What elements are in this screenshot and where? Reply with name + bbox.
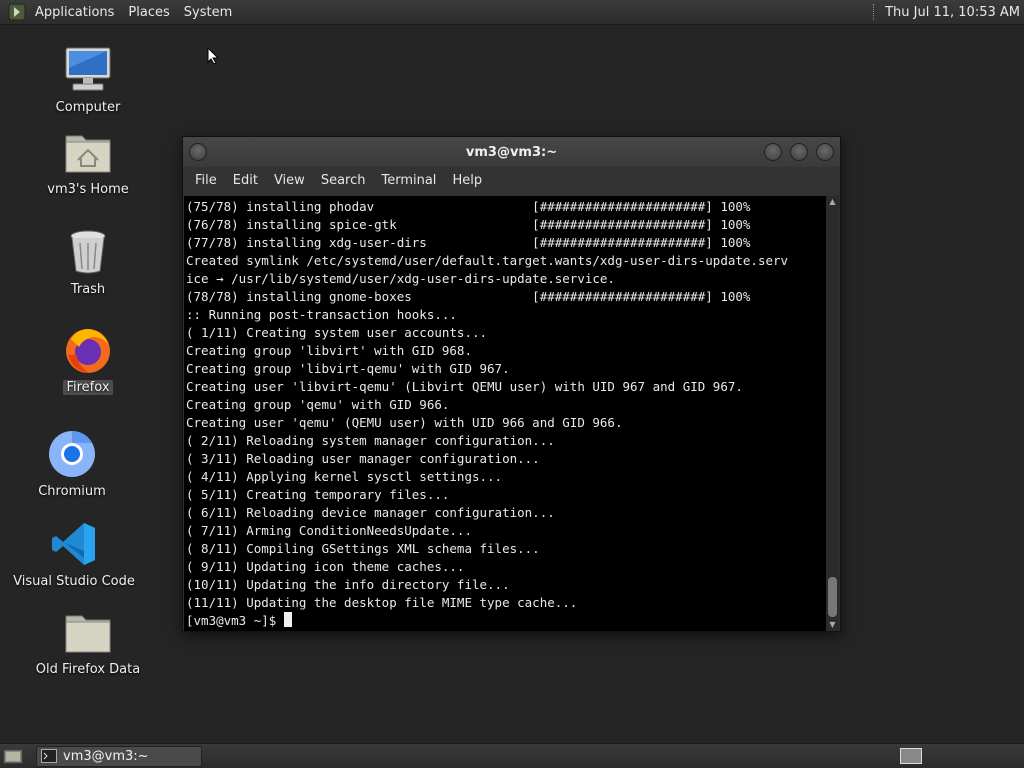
desktop-icon-computer[interactable]: Computer [28, 44, 148, 115]
terminal-line: ( 7/11) Arming ConditionNeedsUpdate... [186, 523, 472, 538]
terminal-prompt: [vm3@vm3 ~]$ [186, 613, 284, 628]
desktop-icon-label: Visual Studio Code [13, 574, 135, 589]
terminal-line: Creating group 'qemu' with GID 966. [186, 397, 450, 412]
applications-menu[interactable]: Applications [28, 0, 121, 25]
desktop-icon-old-firefox-data[interactable]: Old Firefox Data [28, 606, 148, 677]
terminal-menubar: File Edit View Search Terminal Help [183, 167, 840, 195]
scroll-down-arrow-icon[interactable]: ▼ [826, 619, 839, 631]
desktop-icon-label: vm3's Home [47, 182, 129, 197]
workspace-switcher[interactable] [900, 748, 922, 764]
terminal-line: (10/11) Updating the info directory file… [186, 577, 510, 592]
app-menu-logo-icon[interactable] [6, 1, 28, 23]
window-menu-button[interactable] [189, 143, 207, 161]
window-titlebar[interactable]: vm3@vm3:~ [183, 137, 840, 167]
firefox-icon [62, 324, 114, 376]
scrollbar-thumb[interactable] [828, 577, 837, 617]
menu-view[interactable]: View [266, 167, 313, 195]
terminal-line: (75/78) installing phodav [#############… [186, 199, 751, 214]
desktop-icon-home[interactable]: vm3's Home [28, 126, 148, 197]
mouse-pointer-icon [207, 46, 220, 69]
desktop-icon-chromium[interactable]: Chromium [12, 428, 132, 499]
home-folder-icon [62, 126, 114, 178]
text-cursor [283, 612, 292, 627]
terminal-line: Creating group 'libvirt' with GID 968. [186, 343, 472, 358]
taskbar-item-terminal[interactable]: vm3@vm3:~ [36, 745, 202, 767]
menu-help[interactable]: Help [444, 167, 490, 195]
terminal-line: (76/78) installing spice-gtk [##########… [186, 217, 751, 232]
top-panel: Applications Places System Thu Jul 11, 1… [0, 0, 1024, 25]
terminal-line: ( 8/11) Compiling GSettings XML schema f… [186, 541, 540, 556]
terminal-line: ice → /usr/lib/systemd/user/xdg-user-dir… [186, 271, 615, 286]
window-title: vm3@vm3:~ [465, 144, 558, 160]
close-button[interactable] [816, 143, 834, 161]
terminal-line: ( 5/11) Creating temporary files... [186, 487, 450, 502]
terminal-line: ( 6/11) Reloading device manager configu… [186, 505, 555, 520]
panel-separator [873, 4, 877, 20]
menu-search[interactable]: Search [313, 167, 374, 195]
desktop-icon-trash[interactable]: Trash [28, 226, 148, 297]
places-menu[interactable]: Places [121, 0, 176, 25]
minimize-button[interactable] [764, 143, 782, 161]
terminal-window[interactable]: vm3@vm3:~ File Edit View Search Terminal… [182, 136, 841, 632]
terminal-line: Creating group 'libvirt-qemu' with GID 9… [186, 361, 510, 376]
vscode-icon [48, 518, 100, 570]
desktop-icon-firefox[interactable]: Firefox [28, 324, 148, 395]
terminal-line: ( 4/11) Applying kernel sysctl settings.… [186, 469, 503, 484]
terminal-line: (77/78) installing xdg-user-dirs [######… [186, 235, 751, 250]
terminal-app-icon [41, 749, 57, 763]
menu-file[interactable]: File [187, 167, 225, 195]
folder-icon [62, 606, 114, 658]
terminal-output[interactable]: (75/78) installing phodav [#############… [184, 196, 827, 631]
terminal-line: Creating user 'libvirt-qemu' (Libvirt QE… [186, 379, 743, 394]
show-desktop-icon[interactable] [2, 747, 24, 765]
terminal-prompt-line[interactable]: [vm3@vm3 ~]$ [186, 612, 827, 630]
bottom-panel: vm3@vm3:~ [0, 743, 1024, 768]
terminal-line: ( 3/11) Reloading user manager configura… [186, 451, 540, 466]
terminal-line: ( 9/11) Updating icon theme caches... [186, 559, 465, 574]
taskbar-item-label: vm3@vm3:~ [63, 748, 149, 764]
menu-edit[interactable]: Edit [225, 167, 266, 195]
trash-icon [62, 226, 114, 278]
desktop-icon-label: Old Firefox Data [35, 662, 141, 677]
terminal-line: (11/11) Updating the desktop file MIME t… [186, 595, 578, 610]
system-menu[interactable]: System [177, 0, 239, 25]
chromium-icon [46, 428, 98, 480]
desktop-icon-label: Firefox [63, 380, 113, 395]
desktop-icon-vscode[interactable]: Visual Studio Code [13, 518, 135, 589]
desktop-icon-label: Computer [55, 100, 121, 115]
desktop-icon-label: Chromium [38, 484, 106, 499]
scroll-up-arrow-icon[interactable]: ▲ [826, 196, 839, 208]
menu-terminal[interactable]: Terminal [373, 167, 444, 195]
terminal-line: Created symlink /etc/systemd/user/defaul… [186, 253, 789, 268]
terminal-line: :: Running post-transaction hooks... [186, 307, 457, 322]
terminal-line: ( 2/11) Reloading system manager configu… [186, 433, 555, 448]
desktop-icon-label: Trash [70, 282, 106, 297]
terminal-scrollbar[interactable]: ▲ ▼ [826, 196, 839, 631]
clock[interactable]: Thu Jul 11, 10:53 AM [885, 5, 1020, 20]
terminal-line: ( 1/11) Creating system user accounts... [186, 325, 488, 340]
computer-icon [62, 44, 114, 96]
terminal-line: Creating user 'qemu' (QEMU user) with UI… [186, 415, 623, 430]
maximize-button[interactable] [790, 143, 808, 161]
terminal-line: (78/78) installing gnome-boxes [########… [186, 289, 751, 304]
